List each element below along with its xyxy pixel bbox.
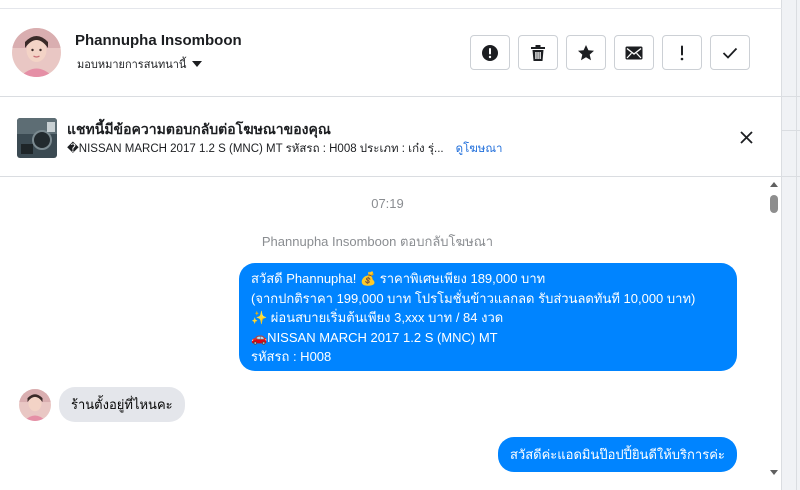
scroll-up-arrow-icon[interactable] [770, 182, 778, 187]
divider [782, 96, 800, 97]
ad-description: �NISSAN MARCH 2017 1.2 S (MNC) MT รหัสรถ… [67, 143, 444, 155]
ad-banner-subtitle: �NISSAN MARCH 2017 1.2 S (MNC) MT รหัสรถ… [67, 140, 503, 158]
message-timestamp: 07:19 [371, 196, 404, 211]
ad-reply-note: Phannupha Insomboon ตอบกลับโฆษณา [261, 234, 494, 249]
scrollbar-thumb[interactable] [770, 195, 778, 213]
caret-down-icon [192, 61, 203, 67]
close-icon [739, 130, 753, 144]
adjacent-panel-edge [782, 0, 800, 490]
outgoing-message[interactable]: สวัสดี Phannupha! 💰 ราคาพิเศษเพียง 189,0… [239, 263, 737, 371]
contact-avatar[interactable] [12, 28, 61, 77]
message-line: รหัสรถ : H008 [251, 349, 332, 364]
divider [782, 130, 800, 131]
assign-conversation-dropdown[interactable]: มอบหมายการสนทนานี้ [77, 55, 203, 73]
star-icon [578, 44, 594, 60]
ad-reply-banner: แชทนี้มีข้อความตอบกลับต่อโฆษณาของคุณ �NI… [0, 97, 782, 177]
follow-up-button[interactable] [662, 35, 702, 70]
exclamation-icon [680, 45, 684, 60]
conversation-actions [470, 35, 750, 70]
message-line: (จากปกติราคา 199,000 บาท โปรโมชั่นข้าวแล… [251, 290, 696, 306]
mark-done-button[interactable] [710, 35, 750, 70]
mark-spam-button[interactable] [470, 35, 510, 70]
check-icon [722, 47, 738, 59]
message-line: 🚗NISSAN MARCH 2017 1.2 S (MNC) MT [251, 329, 498, 345]
incoming-message-row: ร้านตั้งอยู่ที่ไหนคะ [19, 387, 185, 422]
inbox-conversation-panel: Phannupha Insomboon มอบหมายการสนทนานี้ แ… [0, 0, 782, 490]
message-line: สวัสดี Phannupha! 💰 ราคาพิเศษเพียง 189,0… [251, 271, 546, 286]
conversation-header: Phannupha Insomboon มอบหมายการสนทนานี้ [0, 8, 782, 97]
scroll-down-arrow-icon[interactable] [770, 470, 778, 475]
star-button[interactable] [566, 35, 606, 70]
thread-scrollbar[interactable] [768, 178, 782, 490]
ad-thumbnail[interactable] [17, 118, 57, 158]
envelope-icon [625, 46, 643, 59]
trash-icon [531, 44, 545, 61]
view-ad-link[interactable]: ดูโฆษณา [456, 140, 503, 158]
close-banner-button[interactable] [736, 127, 756, 147]
divider [782, 176, 800, 177]
message-thread[interactable]: 07:19 Phannupha Insomboon ตอบกลับโฆษณา ส… [0, 178, 768, 490]
outgoing-message[interactable]: สวัสดีค่ะแอดมินป๊อปปี้ยินดีให้บริการค่ะ [498, 437, 737, 472]
sender-avatar[interactable] [19, 388, 51, 421]
mark-unread-button[interactable] [614, 35, 654, 70]
message-line: ✨ ผ่อนสบายเริ่มต้นเพียง 3,xxx บาท / 84 ง… [251, 310, 504, 325]
ad-banner-title: แชทนี้มีข้อความตอบกลับต่อโฆษณาของคุณ [67, 121, 331, 137]
assign-label: มอบหมายการสนทนานี้ [77, 59, 187, 71]
incoming-message[interactable]: ร้านตั้งอยู่ที่ไหนคะ [59, 387, 185, 422]
delete-button[interactable] [518, 35, 558, 70]
contact-name: Phannupha Insomboon [75, 32, 242, 49]
divider [796, 0, 797, 490]
alert-circle-icon [482, 44, 498, 61]
